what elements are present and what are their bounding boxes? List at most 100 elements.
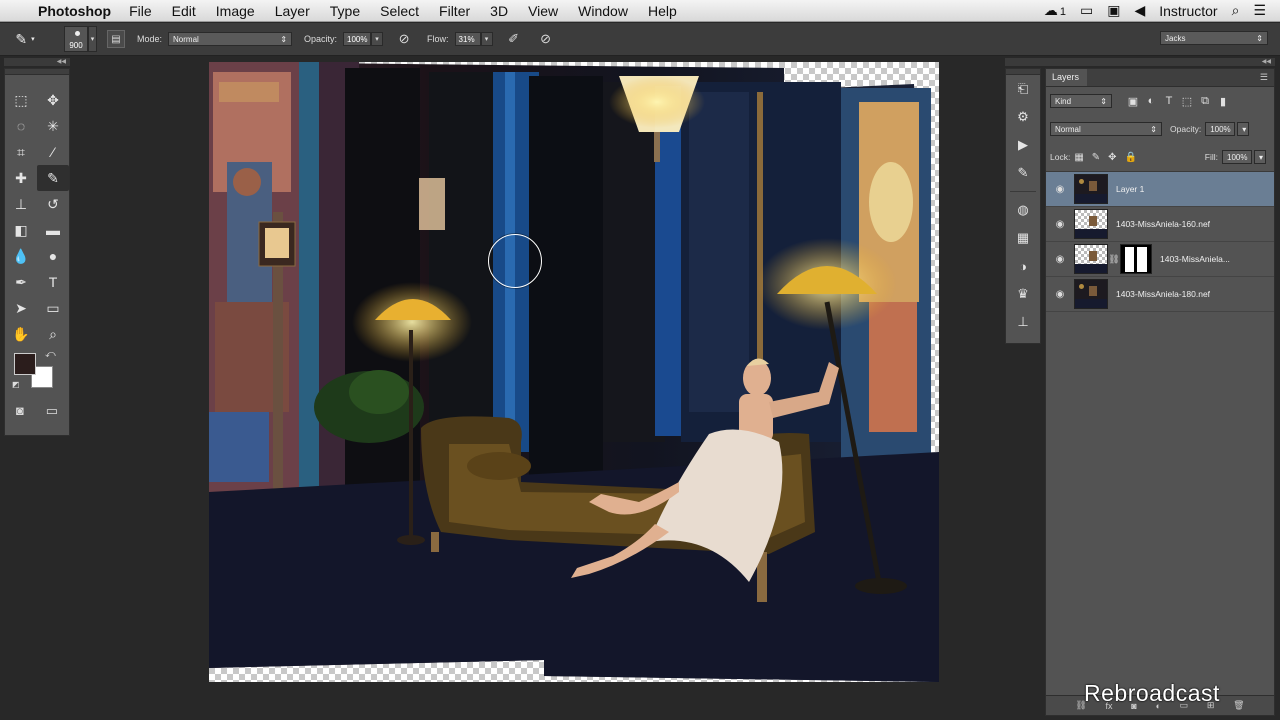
menu-layer[interactable]: Layer <box>275 3 310 19</box>
eyedropper-tool-icon[interactable]: ⁄ <box>37 139 69 165</box>
path-selection-tool-icon[interactable]: ➤ <box>5 295 37 321</box>
delete-layer-icon[interactable]: 🗑 <box>1233 700 1244 711</box>
visibility-eye-icon[interactable]: ◉ <box>1046 184 1074 195</box>
layer-name[interactable]: Layer 1 <box>1116 184 1144 194</box>
filter-smart-object-icon[interactable]: ⧉ <box>1196 95 1214 108</box>
layer-thumbnail[interactable] <box>1074 279 1108 309</box>
lock-image-icon[interactable]: ✎ <box>1092 152 1100 163</box>
filter-adjustment-icon[interactable]: ◐ <box>1142 95 1160 107</box>
actions-panel-icon[interactable]: ▶ <box>1006 131 1040 159</box>
mask-link-icon[interactable]: ⛓ <box>1108 254 1120 265</box>
quick-mask-icon[interactable]: ◙ <box>16 403 24 419</box>
move-tool-icon[interactable]: ✥ <box>37 87 69 113</box>
crop-tool-icon[interactable]: ⌗ <box>5 139 37 165</box>
lock-all-icon[interactable]: 🔒 <box>1125 152 1137 163</box>
history-brush-tool-icon[interactable]: ↺ <box>37 191 69 217</box>
layer-row[interactable]: ◉ 1403-MissAniela-160.nef <box>1046 207 1274 242</box>
dodge-tool-icon[interactable]: ● <box>37 243 69 269</box>
pen-tool-icon[interactable]: ✒ <box>5 269 37 295</box>
layer-thumbnail[interactable] <box>1074 174 1108 204</box>
screen-mode-icon[interactable]: ▭ <box>46 403 58 419</box>
menu-help[interactable]: Help <box>648 3 677 19</box>
lock-position-icon[interactable]: ✥ <box>1108 152 1116 163</box>
visibility-eye-icon[interactable]: ◉ <box>1046 219 1074 230</box>
menu-view[interactable]: View <box>528 3 558 19</box>
menu-edit[interactable]: Edit <box>172 3 196 19</box>
filter-pixel-icon[interactable]: ▣ <box>1124 95 1142 108</box>
gradient-tool-icon[interactable]: ▬ <box>37 217 69 243</box>
filter-type-icon[interactable]: T <box>1160 95 1178 107</box>
flow-input[interactable]: 31% <box>454 32 481 46</box>
layer-row[interactable]: ◉ ⛓ 1403-MissAniela... <box>1046 242 1274 277</box>
layer-thumbnail[interactable] <box>1074 209 1108 239</box>
menu-file[interactable]: File <box>129 3 152 19</box>
color-panel-icon[interactable]: ◍ <box>1006 196 1040 224</box>
flow-slider-arrow[interactable]: ▾ <box>480 32 493 46</box>
panels-collapse-bar[interactable]: ◀◀ <box>1005 58 1275 66</box>
brush-preset-arrow[interactable]: ▾ <box>88 26 97 52</box>
menu-type[interactable]: Type <box>330 3 360 19</box>
pressure-size-icon[interactable]: ⊘ <box>537 30 555 48</box>
brush-panel-toggle-icon[interactable]: ▤ <box>107 30 125 48</box>
panel-menu-icon[interactable]: ☰ <box>1260 69 1274 86</box>
brush-preset-picker[interactable]: 900 <box>64 26 88 52</box>
user-name[interactable]: Instructor <box>1159 3 1217 19</box>
tab-layers[interactable]: Layers <box>1046 69 1088 86</box>
tool-preset-picker[interactable]: ✎ ▾ <box>0 31 50 48</box>
mode-select[interactable]: Normal ⇕ <box>168 32 293 46</box>
volume-icon[interactable]: ◀ <box>1134 2 1145 19</box>
filter-shape-icon[interactable]: ⬚ <box>1178 95 1196 108</box>
properties-panel-icon[interactable]: ⚙ <box>1006 103 1040 131</box>
clone-stamp-tool-icon[interactable]: ⊥ <box>5 191 37 217</box>
layer-thumbnail[interactable] <box>1074 244 1108 274</box>
marquee-tool-icon[interactable]: ⬚ <box>5 87 37 113</box>
default-colors-icon[interactable]: ◩ <box>12 380 20 389</box>
spotlight-search-icon[interactable]: ⌕ <box>1232 2 1240 19</box>
eraser-tool-icon[interactable]: ◧ <box>5 217 37 243</box>
visibility-eye-icon[interactable]: ◉ <box>1046 289 1074 300</box>
history-panel-icon[interactable]: ⎗ <box>1006 75 1040 103</box>
mirroring-icon[interactable]: ▣ <box>1107 2 1120 19</box>
tools-collapse-bar[interactable]: ◀◀ <box>4 58 70 66</box>
layer-row[interactable]: ◉ Layer 1 <box>1046 172 1274 207</box>
blend-mode-select[interactable]: Normal ⇕ <box>1050 122 1162 136</box>
rectangle-tool-icon[interactable]: ▭ <box>37 295 69 321</box>
type-tool-icon[interactable]: T <box>37 269 69 295</box>
fill-arrow[interactable]: ▾ <box>1254 150 1266 164</box>
styles-panel-icon[interactable]: ♛ <box>1006 280 1040 308</box>
layer-name[interactable]: 1403-MissAniela... <box>1160 254 1230 264</box>
layer-mask-thumbnail[interactable] <box>1120 244 1152 274</box>
opacity-input[interactable]: 100% <box>343 32 372 46</box>
menu-3d[interactable]: 3D <box>490 3 508 19</box>
adjustments-panel-icon[interactable]: ◑ <box>1006 252 1040 280</box>
notification-list-icon[interactable]: ☰ <box>1253 2 1266 19</box>
document-canvas[interactable] <box>209 62 939 682</box>
visibility-eye-icon[interactable]: ◉ <box>1046 254 1074 265</box>
fill-input[interactable]: 100% <box>1222 150 1252 164</box>
menu-filter[interactable]: Filter <box>439 3 470 19</box>
creative-cloud-icon[interactable]: ☁ 1 <box>1044 2 1066 19</box>
layer-name[interactable]: 1403-MissAniela-180.nef <box>1116 289 1210 299</box>
magic-wand-tool-icon[interactable]: ✳ <box>37 113 69 139</box>
airbrush-icon[interactable]: ✐ <box>505 30 523 48</box>
menu-select[interactable]: Select <box>380 3 419 19</box>
healing-brush-tool-icon[interactable]: ✚ <box>5 165 37 191</box>
layer-row[interactable]: ◉ 1403-MissAniela-180.nef <box>1046 277 1274 312</box>
layer-opacity-input[interactable]: 100% <box>1205 122 1236 136</box>
app-menu-photoshop[interactable]: Photoshop <box>38 3 111 19</box>
opacity-slider-arrow[interactable]: ▾ <box>371 32 384 46</box>
workspace-select[interactable]: Jacks ⇕ <box>1160 31 1268 45</box>
foreground-color-swatch[interactable] <box>14 353 36 375</box>
filter-kind-select[interactable]: Kind ⇕ <box>1050 94 1112 108</box>
pressure-opacity-icon[interactable]: ⊘ <box>395 30 413 48</box>
blur-tool-icon[interactable]: 💧 <box>5 243 37 269</box>
lasso-tool-icon[interactable]: ◌ <box>5 113 37 139</box>
brush-presets-panel-icon[interactable]: ✎ <box>1006 159 1040 187</box>
lock-transparent-icon[interactable]: ▦ <box>1074 152 1083 163</box>
menu-image[interactable]: Image <box>216 3 255 19</box>
hand-tool-icon[interactable]: ✋ <box>5 321 37 347</box>
brush-tool-icon[interactable]: ✎ <box>37 165 69 191</box>
swap-colors-icon[interactable]: ⤺ <box>45 349 56 360</box>
zoom-tool-icon[interactable]: ⌕ <box>37 321 69 347</box>
filter-toggle-icon[interactable]: ▮ <box>1214 95 1232 108</box>
